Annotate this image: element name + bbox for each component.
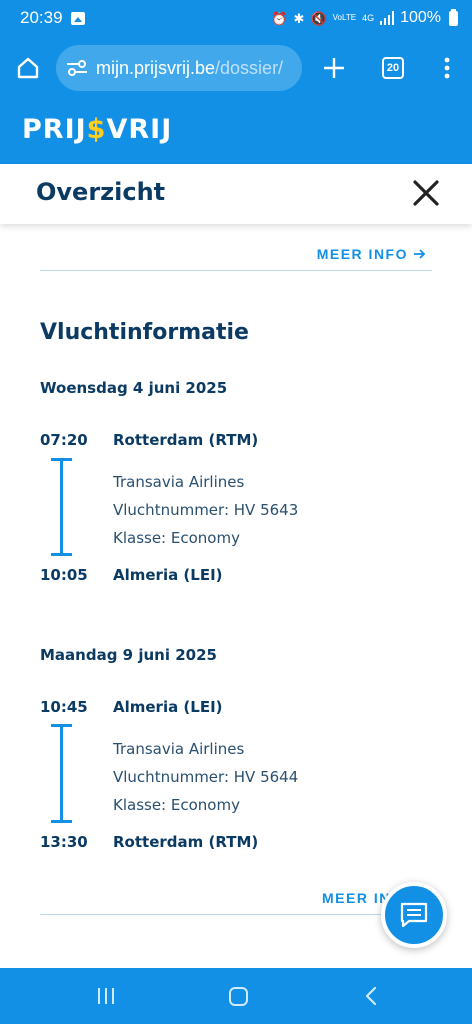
recent-apps-icon[interactable] bbox=[96, 987, 116, 1005]
status-bar: 20:39 ⏰ ✱ 🔇 VoLTE 4G 100% bbox=[0, 0, 472, 36]
arrow-right-icon bbox=[414, 249, 426, 259]
arrival-time: 13:30 bbox=[40, 833, 88, 851]
bluetooth-icon: ✱ bbox=[293, 10, 305, 26]
timeline-line bbox=[60, 458, 63, 556]
address-bar[interactable]: mijn.prijsvrij.be/dossier/ bbox=[56, 45, 302, 91]
flight-class: Klasse: Economy bbox=[113, 529, 240, 547]
site-header: PRIJ$VRIJ bbox=[0, 100, 472, 164]
flight-class: Klasse: Economy bbox=[113, 796, 240, 814]
home-icon bbox=[17, 57, 39, 79]
battery-icon bbox=[449, 8, 458, 26]
prijsvrij-logo[interactable]: PRIJ$VRIJ bbox=[22, 114, 172, 145]
plus-icon bbox=[324, 58, 344, 78]
timeline-cap bbox=[51, 553, 72, 556]
chat-button[interactable] bbox=[381, 882, 447, 948]
divider bbox=[40, 914, 432, 915]
site-settings-icon[interactable] bbox=[66, 59, 88, 77]
alarm-icon: ⏰ bbox=[271, 10, 288, 26]
section-title: Vluchtinformatie bbox=[40, 320, 249, 345]
tab-count: 20 bbox=[382, 57, 404, 79]
more-vert-icon bbox=[444, 57, 450, 79]
browser-home-button[interactable] bbox=[0, 36, 56, 100]
flight-date: Maandag 9 juni 2025 bbox=[40, 646, 217, 664]
flight-date: Woensdag 4 juni 2025 bbox=[40, 379, 228, 397]
status-icons: ⏰ ✱ 🔇 VoLTE 4G 100% bbox=[271, 8, 458, 27]
volte-label: VoLTE bbox=[332, 13, 357, 22]
browser-toolbar: mijn.prijsvrij.be/dossier/ 20 bbox=[0, 36, 472, 100]
back-icon[interactable] bbox=[362, 986, 382, 1006]
flight-number: Vluchtnummer: HV 5643 bbox=[113, 501, 299, 519]
divider bbox=[40, 270, 432, 271]
meer-info-link[interactable]: MEER IN bbox=[322, 890, 391, 906]
chat-icon bbox=[400, 902, 428, 928]
page-title: Overzicht bbox=[36, 178, 166, 206]
departure-place: Almeria (LEI) bbox=[113, 698, 223, 716]
meer-info-link[interactable]: MEER INFO bbox=[317, 246, 426, 262]
gallery-icon bbox=[70, 11, 85, 25]
network-type: 4G bbox=[362, 12, 375, 23]
airline: Transavia Airlines bbox=[113, 740, 245, 758]
airline: Transavia Airlines bbox=[113, 473, 245, 491]
browser-menu-button[interactable] bbox=[422, 36, 472, 100]
url-path: /dossier/ bbox=[215, 57, 284, 78]
departure-place: Rotterdam (RTM) bbox=[113, 431, 259, 449]
overview-header: Overzicht bbox=[0, 164, 472, 224]
new-tab-button[interactable] bbox=[304, 36, 364, 100]
status-time: 20:39 bbox=[20, 8, 63, 27]
mute-icon: 🔇 bbox=[310, 10, 327, 26]
flight-number: Vluchtnummer: HV 5644 bbox=[113, 768, 299, 786]
tab-switcher-button[interactable]: 20 bbox=[364, 36, 422, 100]
close-icon[interactable] bbox=[409, 176, 443, 210]
arrival-place: Rotterdam (RTM) bbox=[113, 833, 259, 851]
arrival-place: Almeria (LEI) bbox=[113, 566, 223, 584]
overview-content: MEER INFO Vluchtinformatie Woensdag 4 ju… bbox=[0, 224, 472, 968]
timeline-line bbox=[60, 724, 63, 823]
timeline-cap bbox=[51, 820, 72, 823]
home-nav-icon[interactable] bbox=[229, 987, 248, 1006]
url-host: mijn.prijsvrij.be bbox=[96, 57, 216, 78]
system-navigation-bar bbox=[0, 968, 472, 1024]
arrival-time: 10:05 bbox=[40, 566, 88, 584]
departure-time: 07:20 bbox=[40, 431, 88, 449]
departure-time: 10:45 bbox=[40, 698, 88, 716]
signal-icon bbox=[380, 11, 395, 25]
battery-percent: 100% bbox=[400, 9, 441, 26]
